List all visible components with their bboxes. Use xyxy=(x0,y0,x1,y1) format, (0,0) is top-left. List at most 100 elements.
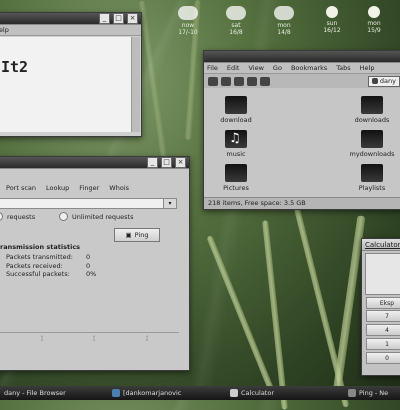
editor-content: It2 xyxy=(1,58,29,76)
stats-label: Packets received: xyxy=(6,261,63,270)
taskbar-item-ping[interactable]: Ping - Ne xyxy=(344,389,392,397)
tab-lookup[interactable]: Lookup xyxy=(46,184,69,194)
folder-label: mydownloads xyxy=(349,150,395,158)
close-button[interactable]: × xyxy=(127,13,138,24)
editor-scrollbar[interactable] xyxy=(131,37,140,132)
weather-day-label: mon xyxy=(367,20,381,27)
radio-circle-icon xyxy=(59,212,68,221)
transmission-statistics: ransmission statistics Packets transmitt… xyxy=(0,243,113,279)
taskbar-item-terminal[interactable]: [dankomarjanovic xyxy=(108,389,226,397)
folder-item[interactable]: Pictures xyxy=(206,164,266,192)
file-browser-content: download downloads music mydownloads Pic… xyxy=(204,88,400,197)
minimize-button[interactable]: _ xyxy=(99,13,110,24)
stats-value: 0 xyxy=(86,253,91,261)
calc-button-1[interactable]: 1 xyxy=(366,338,400,350)
menu-view[interactable]: View xyxy=(248,64,263,72)
menu-file[interactable]: File xyxy=(207,64,218,72)
chevron-down-icon[interactable]: ▾ xyxy=(163,199,176,208)
calculator-title: Calculator xyxy=(365,240,400,249)
stats-label: Successful packets: xyxy=(6,270,70,278)
weather-day: sun 16/12 xyxy=(314,6,350,34)
forward-icon[interactable] xyxy=(221,76,231,86)
calculator-titlebar[interactable]: Calculator xyxy=(362,239,400,251)
taskbar-item-label: dany - File Browser xyxy=(4,389,66,397)
file-browser-titlebar[interactable] xyxy=(204,51,400,63)
terminal-icon xyxy=(112,389,120,397)
network-titlebar[interactable]: _ □ × xyxy=(0,157,189,169)
weather-temp: 14/8 xyxy=(277,29,291,36)
location-button[interactable]: dany xyxy=(367,75,400,87)
maximize-button[interactable]: □ xyxy=(113,13,124,24)
maximize-button[interactable]: □ xyxy=(161,157,172,168)
menu-tabs[interactable]: Tabs xyxy=(336,64,350,72)
radio-requests-label: requests xyxy=(7,212,36,221)
stats-row: Successful packets: 0% xyxy=(0,270,113,279)
cloud-icon xyxy=(274,6,294,20)
back-icon[interactable] xyxy=(208,76,218,86)
radio-unlimited-label: Unlimited requests xyxy=(72,212,134,221)
tab-whois[interactable]: Whois xyxy=(109,184,129,194)
network-icon xyxy=(348,389,356,397)
music-folder-icon xyxy=(225,130,247,148)
output-area[interactable] xyxy=(0,332,179,349)
folder-icon xyxy=(361,130,383,148)
menu-edit[interactable]: Edit xyxy=(227,64,240,72)
radio-requests[interactable]: requests xyxy=(0,212,35,221)
calc-button-eksp[interactable]: Eksp xyxy=(366,297,400,309)
menu-go[interactable]: Go xyxy=(273,64,282,72)
tab-finger[interactable]: Finger xyxy=(79,184,99,194)
folder-label: Playlists xyxy=(358,184,386,192)
folder-label: downloads xyxy=(354,116,390,124)
weather-widget: now 17/-10 sat 16/8 mon 14/8 sun 16/12 m… xyxy=(170,6,395,46)
radio-circle-icon xyxy=(0,212,3,221)
folder-item[interactable]: Playlists xyxy=(342,164,400,192)
weather-temp: 16/8 xyxy=(229,29,243,36)
weather-day-label: sat xyxy=(231,22,241,29)
menu-bookmarks[interactable]: Bookmarks xyxy=(291,64,327,72)
editor-titlebar[interactable]: _ □ × xyxy=(0,13,141,25)
status-bar: 218 items, Free space: 3.5 GB xyxy=(204,197,400,209)
taskbar-item-label: Calculator xyxy=(241,389,275,397)
menu-help[interactable]: Help xyxy=(360,64,375,72)
cloud-icon xyxy=(178,6,198,20)
calculator-display xyxy=(365,253,400,295)
folder-item[interactable]: downloads xyxy=(342,96,400,124)
address-input[interactable]: ▾ xyxy=(0,198,177,209)
calc-button-7[interactable]: 7 xyxy=(366,310,400,322)
folder-item[interactable]: mydownloads xyxy=(342,130,400,158)
weather-temp: 17/-10 xyxy=(178,29,198,36)
up-icon[interactable] xyxy=(234,76,244,86)
folder-label: download xyxy=(220,116,252,124)
folder-item[interactable]: download xyxy=(206,96,266,124)
close-button[interactable]: × xyxy=(175,157,186,168)
minimize-button[interactable]: _ xyxy=(147,157,158,168)
taskbar-item-file-browser[interactable]: dany - File Browser xyxy=(0,389,108,397)
editor-text-area[interactable] xyxy=(0,37,131,132)
taskbar-item-calculator[interactable]: Calculator xyxy=(226,389,344,397)
ping-button[interactable]: ▣ Ping xyxy=(114,228,160,242)
stats-value: 0% xyxy=(86,270,97,278)
home-icon[interactable] xyxy=(247,76,257,86)
taskbar-item-label: Ping - Ne xyxy=(359,389,389,397)
home-folder-icon xyxy=(371,78,378,84)
stats-row: Packets received: 0 xyxy=(0,262,113,271)
reload-icon[interactable] xyxy=(260,76,270,86)
calc-button-0[interactable]: 0 xyxy=(366,352,400,364)
weather-day-label: mon xyxy=(277,22,291,29)
tab-port-scan[interactable]: Port scan xyxy=(6,184,36,194)
weather-day: sat 16/8 xyxy=(218,6,254,36)
radio-unlimited[interactable]: Unlimited requests xyxy=(59,212,133,221)
stats-value: 0 xyxy=(86,261,91,270)
folder-item[interactable]: music xyxy=(206,130,266,158)
column-marker: ¦ xyxy=(41,335,44,342)
weather-day: now 17/-10 xyxy=(170,6,206,36)
file-browser-menubar: File Edit View Go Bookmarks Tabs Help xyxy=(204,63,400,74)
weather-day: mon 14/8 xyxy=(266,6,302,36)
editor-window: _ □ × Help It2 xyxy=(0,12,142,137)
calc-button-4[interactable]: 4 xyxy=(366,324,400,336)
calculator-window: Calculator Eksp 7 4 1 0 xyxy=(361,238,400,376)
wallpaper-stalk xyxy=(138,0,168,160)
column-marker: ¦ xyxy=(93,335,96,342)
menu-help[interactable]: Help xyxy=(0,26,9,34)
calculator-icon xyxy=(230,389,238,397)
